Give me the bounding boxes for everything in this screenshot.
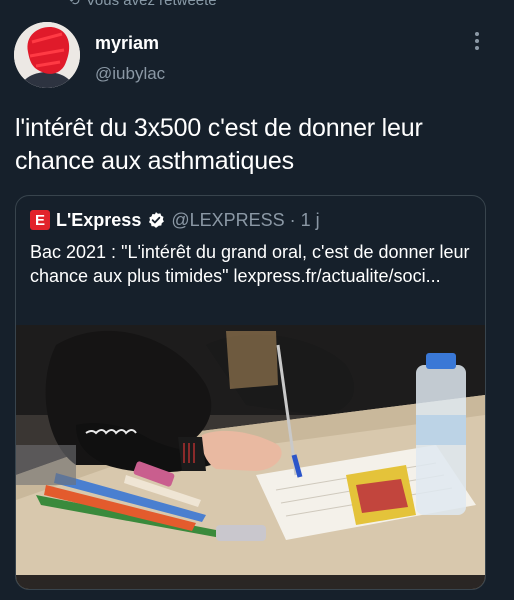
retweet-context-text: Vous avez retweeté [85,0,217,9]
author-name[interactable]: myriam [95,33,159,54]
quoted-author-name[interactable]: L'Express [56,210,141,231]
avatar[interactable] [14,22,80,88]
quoted-tweet-image[interactable] [16,325,485,589]
quoted-author-handle[interactable]: @LEXPRESS · 1 j [171,210,319,231]
retweet-context: ⟲ Vous avez retweeté [68,0,217,9]
express-logo: E [30,210,50,230]
tweet-text: l'intérêt du 3x500 c'est de donner leur … [15,114,423,175]
verified-badge-icon [149,212,165,228]
more-icon[interactable] [470,30,484,52]
quoted-tweet-text: Bac 2021 : "L'intérêt du grand oral, c'e… [30,242,470,286]
quoted-tweet-card[interactable]: E L'Express @LEXPRESS · 1 j Bac 2021 : "… [15,195,486,590]
retweet-icon: ⟲ [68,0,80,9]
author-handle[interactable]: @iubylac [95,64,165,84]
quoted-tweet-header: E L'Express @LEXPRESS · 1 j [30,208,320,232]
avatar-image [14,22,80,88]
